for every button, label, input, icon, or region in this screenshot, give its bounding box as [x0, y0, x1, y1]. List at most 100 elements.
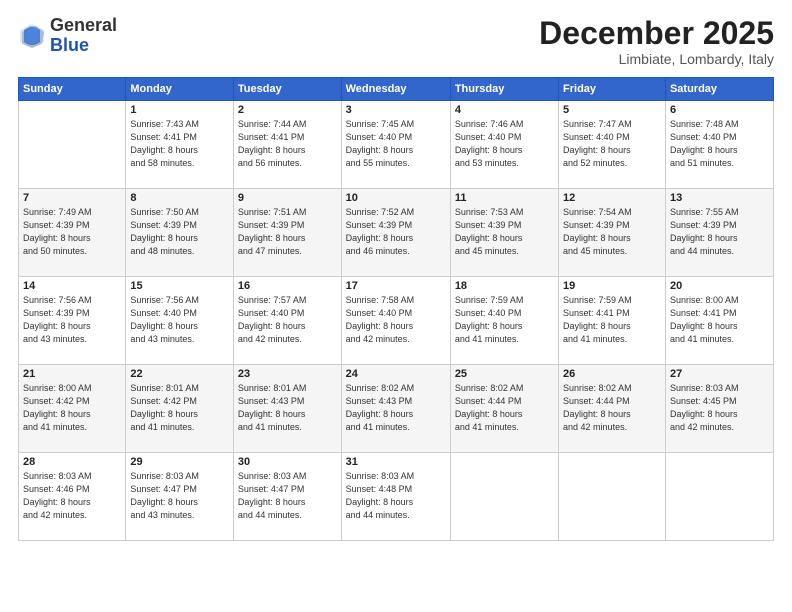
day-number: 23	[238, 368, 337, 380]
day-info: Sunrise: 7:59 AMSunset: 4:40 PMDaylight:…	[455, 294, 554, 346]
day-number: 29	[130, 456, 229, 468]
calendar-cell-w2-d5: 11 Sunrise: 7:53 AMSunset: 4:39 PMDayligh…	[450, 189, 558, 277]
day-info: Sunrise: 8:03 AMSunset: 4:45 PMDaylight:…	[670, 382, 769, 434]
day-number: 19	[563, 280, 661, 292]
day-number: 13	[670, 192, 769, 204]
day-number: 8	[130, 192, 229, 204]
day-info: Sunrise: 7:56 AMSunset: 4:39 PMDaylight:…	[23, 294, 121, 346]
day-info: Sunrise: 7:44 AMSunset: 4:41 PMDaylight:…	[238, 118, 337, 170]
calendar-cell-w4-d7: 27 Sunrise: 8:03 AMSunset: 4:45 PMDayligh…	[665, 365, 773, 453]
col-monday: Monday	[126, 78, 234, 101]
day-number: 24	[346, 368, 446, 380]
day-info: Sunrise: 8:01 AMSunset: 4:43 PMDaylight:…	[238, 382, 337, 434]
calendar-cell-w3-d2: 15 Sunrise: 7:56 AMSunset: 4:40 PMDayligh…	[126, 277, 234, 365]
calendar-cell-w4-d6: 26 Sunrise: 8:02 AMSunset: 4:44 PMDayligh…	[559, 365, 666, 453]
col-wednesday: Wednesday	[341, 78, 450, 101]
day-number: 1	[130, 104, 229, 116]
calendar-cell-w5-d4: 31Sunrise: 8:03 AMSunset: 4:48 PMDayligh…	[341, 453, 450, 541]
calendar-cell-w5-d5	[450, 453, 558, 541]
day-info: Sunrise: 7:48 AMSunset: 4:40 PMDaylight:…	[670, 118, 769, 170]
day-info: Sunrise: 7:53 AMSunset: 4:39 PMDaylight:…	[455, 206, 554, 258]
calendar: Sunday Monday Tuesday Wednesday Thursday…	[18, 77, 774, 541]
week-row-1: 1 Sunrise: 7:43 AMSunset: 4:41 PMDaylight…	[19, 101, 774, 189]
day-number: 2	[238, 104, 337, 116]
day-number: 6	[670, 104, 769, 116]
day-info: Sunrise: 8:03 AMSunset: 4:47 PMDaylight:…	[238, 470, 337, 522]
calendar-cell-w4-d4: 24 Sunrise: 8:02 AMSunset: 4:43 PMDayligh…	[341, 365, 450, 453]
col-thursday: Thursday	[450, 78, 558, 101]
page-header: General Blue December 2025 Limbiate, Lom…	[18, 16, 774, 67]
col-saturday: Saturday	[665, 78, 773, 101]
calendar-cell-w4-d5: 25 Sunrise: 8:02 AMSunset: 4:44 PMDayligh…	[450, 365, 558, 453]
day-number: 26	[563, 368, 661, 380]
week-row-3: 14 Sunrise: 7:56 AMSunset: 4:39 PMDayligh…	[19, 277, 774, 365]
day-info: Sunrise: 7:47 AMSunset: 4:40 PMDaylight:…	[563, 118, 661, 170]
day-info: Sunrise: 8:02 AMSunset: 4:44 PMDaylight:…	[455, 382, 554, 434]
calendar-cell-w3-d3: 16Sunrise: 7:57 AMSunset: 4:40 PMDayligh…	[233, 277, 341, 365]
day-info: Sunrise: 7:57 AMSunset: 4:40 PMDaylight:…	[238, 294, 337, 346]
day-number: 5	[563, 104, 661, 116]
day-number: 14	[23, 280, 121, 292]
day-info: Sunrise: 7:51 AMSunset: 4:39 PMDaylight:…	[238, 206, 337, 258]
day-info: Sunrise: 8:02 AMSunset: 4:44 PMDaylight:…	[563, 382, 661, 434]
day-number: 7	[23, 192, 121, 204]
day-number: 3	[346, 104, 446, 116]
calendar-cell-w1-d3: 2 Sunrise: 7:44 AMSunset: 4:41 PMDaylight…	[233, 101, 341, 189]
day-info: Sunrise: 7:55 AMSunset: 4:39 PMDaylight:…	[670, 206, 769, 258]
calendar-cell-w3-d1: 14 Sunrise: 7:56 AMSunset: 4:39 PMDayligh…	[19, 277, 126, 365]
calendar-cell-w2-d6: 12 Sunrise: 7:54 AMSunset: 4:39 PMDayligh…	[559, 189, 666, 277]
calendar-cell-w3-d4: 17Sunrise: 7:58 AMSunset: 4:40 PMDayligh…	[341, 277, 450, 365]
calendar-cell-w4-d2: 22 Sunrise: 8:01 AMSunset: 4:42 PMDayligh…	[126, 365, 234, 453]
day-number: 11	[455, 192, 554, 204]
calendar-cell-w2-d1: 7 Sunrise: 7:49 AMSunset: 4:39 PMDaylight…	[19, 189, 126, 277]
day-info: Sunrise: 7:54 AMSunset: 4:39 PMDaylight:…	[563, 206, 661, 258]
calendar-cell-w1-d5: 4Sunrise: 7:46 AMSunset: 4:40 PMDaylight…	[450, 101, 558, 189]
logo-icon	[18, 22, 46, 50]
calendar-cell-w2-d7: 13 Sunrise: 7:55 AMSunset: 4:39 PMDayligh…	[665, 189, 773, 277]
day-info: Sunrise: 7:59 AMSunset: 4:41 PMDaylight:…	[563, 294, 661, 346]
location: Limbiate, Lombardy, Italy	[539, 51, 774, 67]
calendar-cell-w5-d1: 28 Sunrise: 8:03 AMSunset: 4:46 PMDayligh…	[19, 453, 126, 541]
logo-text: General Blue	[50, 16, 117, 56]
calendar-cell-w4-d1: 21Sunrise: 8:00 AMSunset: 4:42 PMDayligh…	[19, 365, 126, 453]
day-info: Sunrise: 7:49 AMSunset: 4:39 PMDaylight:…	[23, 206, 121, 258]
day-info: Sunrise: 7:56 AMSunset: 4:40 PMDaylight:…	[130, 294, 229, 346]
day-info: Sunrise: 8:00 AMSunset: 4:42 PMDaylight:…	[23, 382, 121, 434]
week-row-5: 28 Sunrise: 8:03 AMSunset: 4:46 PMDayligh…	[19, 453, 774, 541]
day-number: 27	[670, 368, 769, 380]
calendar-cell-w2-d2: 8Sunrise: 7:50 AMSunset: 4:39 PMDaylight…	[126, 189, 234, 277]
calendar-cell-w3-d7: 20 Sunrise: 8:00 AMSunset: 4:41 PMDayligh…	[665, 277, 773, 365]
week-row-4: 21Sunrise: 8:00 AMSunset: 4:42 PMDayligh…	[19, 365, 774, 453]
day-number: 12	[563, 192, 661, 204]
day-number: 17	[346, 280, 446, 292]
day-info: Sunrise: 8:03 AMSunset: 4:46 PMDaylight:…	[23, 470, 121, 522]
calendar-cell-w5-d6	[559, 453, 666, 541]
day-number: 15	[130, 280, 229, 292]
day-info: Sunrise: 7:46 AMSunset: 4:40 PMDaylight:…	[455, 118, 554, 170]
col-tuesday: Tuesday	[233, 78, 341, 101]
logo: General Blue	[18, 16, 117, 56]
day-number: 25	[455, 368, 554, 380]
day-number: 22	[130, 368, 229, 380]
calendar-header-row: Sunday Monday Tuesday Wednesday Thursday…	[19, 78, 774, 101]
calendar-cell-w1-d2: 1 Sunrise: 7:43 AMSunset: 4:41 PMDaylight…	[126, 101, 234, 189]
calendar-cell-w3-d6: 19 Sunrise: 7:59 AMSunset: 4:41 PMDayligh…	[559, 277, 666, 365]
day-number: 18	[455, 280, 554, 292]
day-info: Sunrise: 7:52 AMSunset: 4:39 PMDaylight:…	[346, 206, 446, 258]
day-number: 28	[23, 456, 121, 468]
day-number: 20	[670, 280, 769, 292]
day-number: 9	[238, 192, 337, 204]
calendar-cell-w1-d7: 6 Sunrise: 7:48 AMSunset: 4:40 PMDaylight…	[665, 101, 773, 189]
day-info: Sunrise: 7:43 AMSunset: 4:41 PMDaylight:…	[130, 118, 229, 170]
calendar-cell-w5-d7	[665, 453, 773, 541]
day-info: Sunrise: 8:02 AMSunset: 4:43 PMDaylight:…	[346, 382, 446, 434]
month-title: December 2025	[539, 16, 774, 51]
calendar-cell-w1-d4: 3 Sunrise: 7:45 AMSunset: 4:40 PMDaylight…	[341, 101, 450, 189]
title-block: December 2025 Limbiate, Lombardy, Italy	[539, 16, 774, 67]
day-info: Sunrise: 8:00 AMSunset: 4:41 PMDaylight:…	[670, 294, 769, 346]
calendar-cell-w3-d5: 18 Sunrise: 7:59 AMSunset: 4:40 PMDayligh…	[450, 277, 558, 365]
day-number: 31	[346, 456, 446, 468]
day-info: Sunrise: 8:01 AMSunset: 4:42 PMDaylight:…	[130, 382, 229, 434]
calendar-cell-w1-d1	[19, 101, 126, 189]
day-info: Sunrise: 7:45 AMSunset: 4:40 PMDaylight:…	[346, 118, 446, 170]
